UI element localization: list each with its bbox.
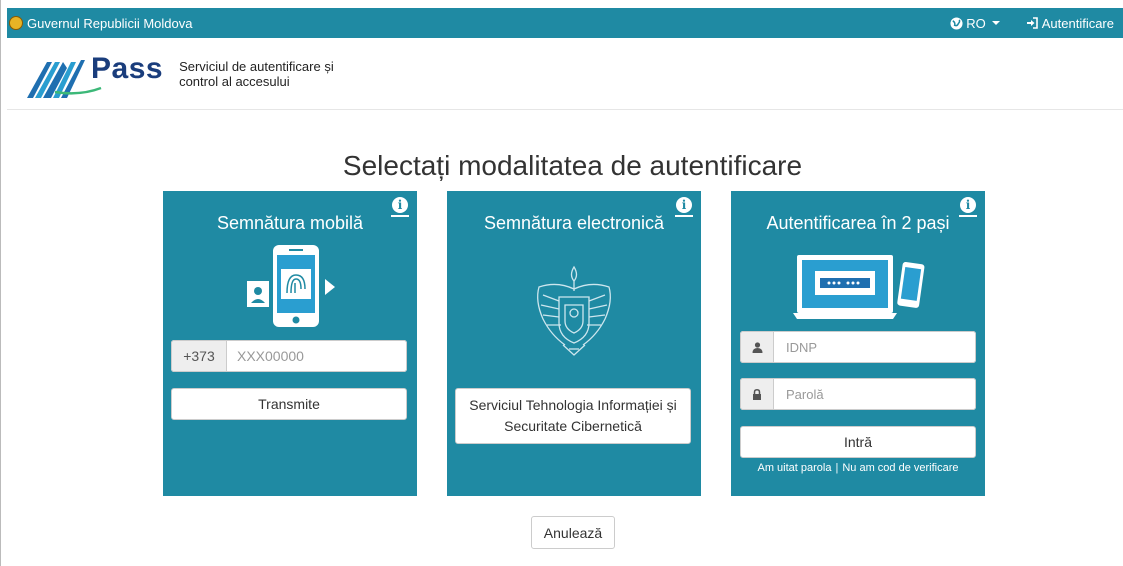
link-separator: | bbox=[835, 462, 839, 474]
government-link[interactable]: Guvernul Republicii Moldova bbox=[7, 16, 192, 31]
login-link[interactable]: Autentificare bbox=[1026, 16, 1114, 31]
two-step-auth-card: i Autentificarea în 2 pași IDNP Parolă I… bbox=[731, 191, 985, 496]
language-label: RO bbox=[966, 15, 986, 31]
mobile-signature-card: i Semnătura mobilă +373 XXX00000 Transmi… bbox=[163, 191, 417, 496]
card-title: Semnătura mobilă bbox=[216, 213, 364, 233]
user-icon bbox=[740, 331, 774, 363]
tagline-line-2: control al accesului bbox=[179, 73, 290, 89]
mobile-phone-icon bbox=[247, 245, 335, 327]
laptop-phone-icon bbox=[793, 255, 925, 319]
page: Guvernul Republicii Moldova RO Autentifi… bbox=[0, 0, 1123, 566]
government-emblem-icon bbox=[9, 16, 23, 30]
tagline: Serviciul de autentificare și control al… bbox=[179, 59, 379, 89]
electronic-signature-card: i Semnătura electronică Serviciul Tehnol… bbox=[447, 191, 701, 496]
phone-input-group: +373 XXX00000 bbox=[171, 340, 407, 372]
language-selector[interactable]: RO bbox=[950, 16, 1000, 31]
idnp-input-group: IDNP bbox=[740, 331, 976, 363]
login-label: Autentificare bbox=[1041, 15, 1114, 31]
lock-icon bbox=[740, 378, 774, 410]
info-icon[interactable]: i bbox=[676, 197, 692, 213]
top-bar: Guvernul Republicii Moldova RO Autentifi… bbox=[7, 8, 1123, 38]
phone-input[interactable]: XXX00000 bbox=[227, 340, 407, 372]
no-verification-code-link[interactable]: Nu am cod de verificare bbox=[842, 462, 958, 474]
card-title: Semnătura electronică bbox=[483, 213, 665, 233]
phone-prefix: +373 bbox=[171, 340, 227, 372]
forgot-password-link[interactable]: Am uitat parola bbox=[757, 462, 831, 474]
globe-icon bbox=[950, 16, 963, 30]
transmit-button[interactable]: Transmite bbox=[171, 388, 407, 420]
idnp-input[interactable]: IDNP bbox=[774, 331, 976, 363]
government-label: Guvernul Republicii Moldova bbox=[27, 15, 193, 31]
chevron-down-icon bbox=[991, 21, 1000, 25]
cancel-button[interactable]: Anulează bbox=[531, 516, 615, 549]
coat-of-arms-icon bbox=[537, 265, 611, 356]
password-input-group: Parolă bbox=[740, 378, 976, 410]
card-title: Autentificarea în 2 pași bbox=[766, 213, 950, 233]
logo-text: Pass bbox=[91, 51, 164, 85]
site-header: Pass Serviciul de autentificare și contr… bbox=[7, 38, 1123, 110]
page-title: Selectați modalitatea de autentificare bbox=[342, 150, 803, 181]
password-input[interactable]: Parolă bbox=[774, 378, 976, 410]
stisc-provider-button[interactable]: Serviciul Tehnologia Informației și Secu… bbox=[455, 388, 691, 444]
info-icon[interactable]: i bbox=[960, 197, 976, 213]
info-icon[interactable]: i bbox=[392, 197, 408, 213]
enter-button[interactable]: Intră bbox=[740, 426, 976, 458]
auth-links: Am uitat parola | Nu am cod de verificare bbox=[731, 462, 985, 474]
sign-in-icon bbox=[1026, 17, 1038, 29]
tagline-line-1: Serviciul de autentificare și bbox=[179, 58, 334, 74]
mpass-logo[interactable]: Pass bbox=[25, 48, 163, 100]
